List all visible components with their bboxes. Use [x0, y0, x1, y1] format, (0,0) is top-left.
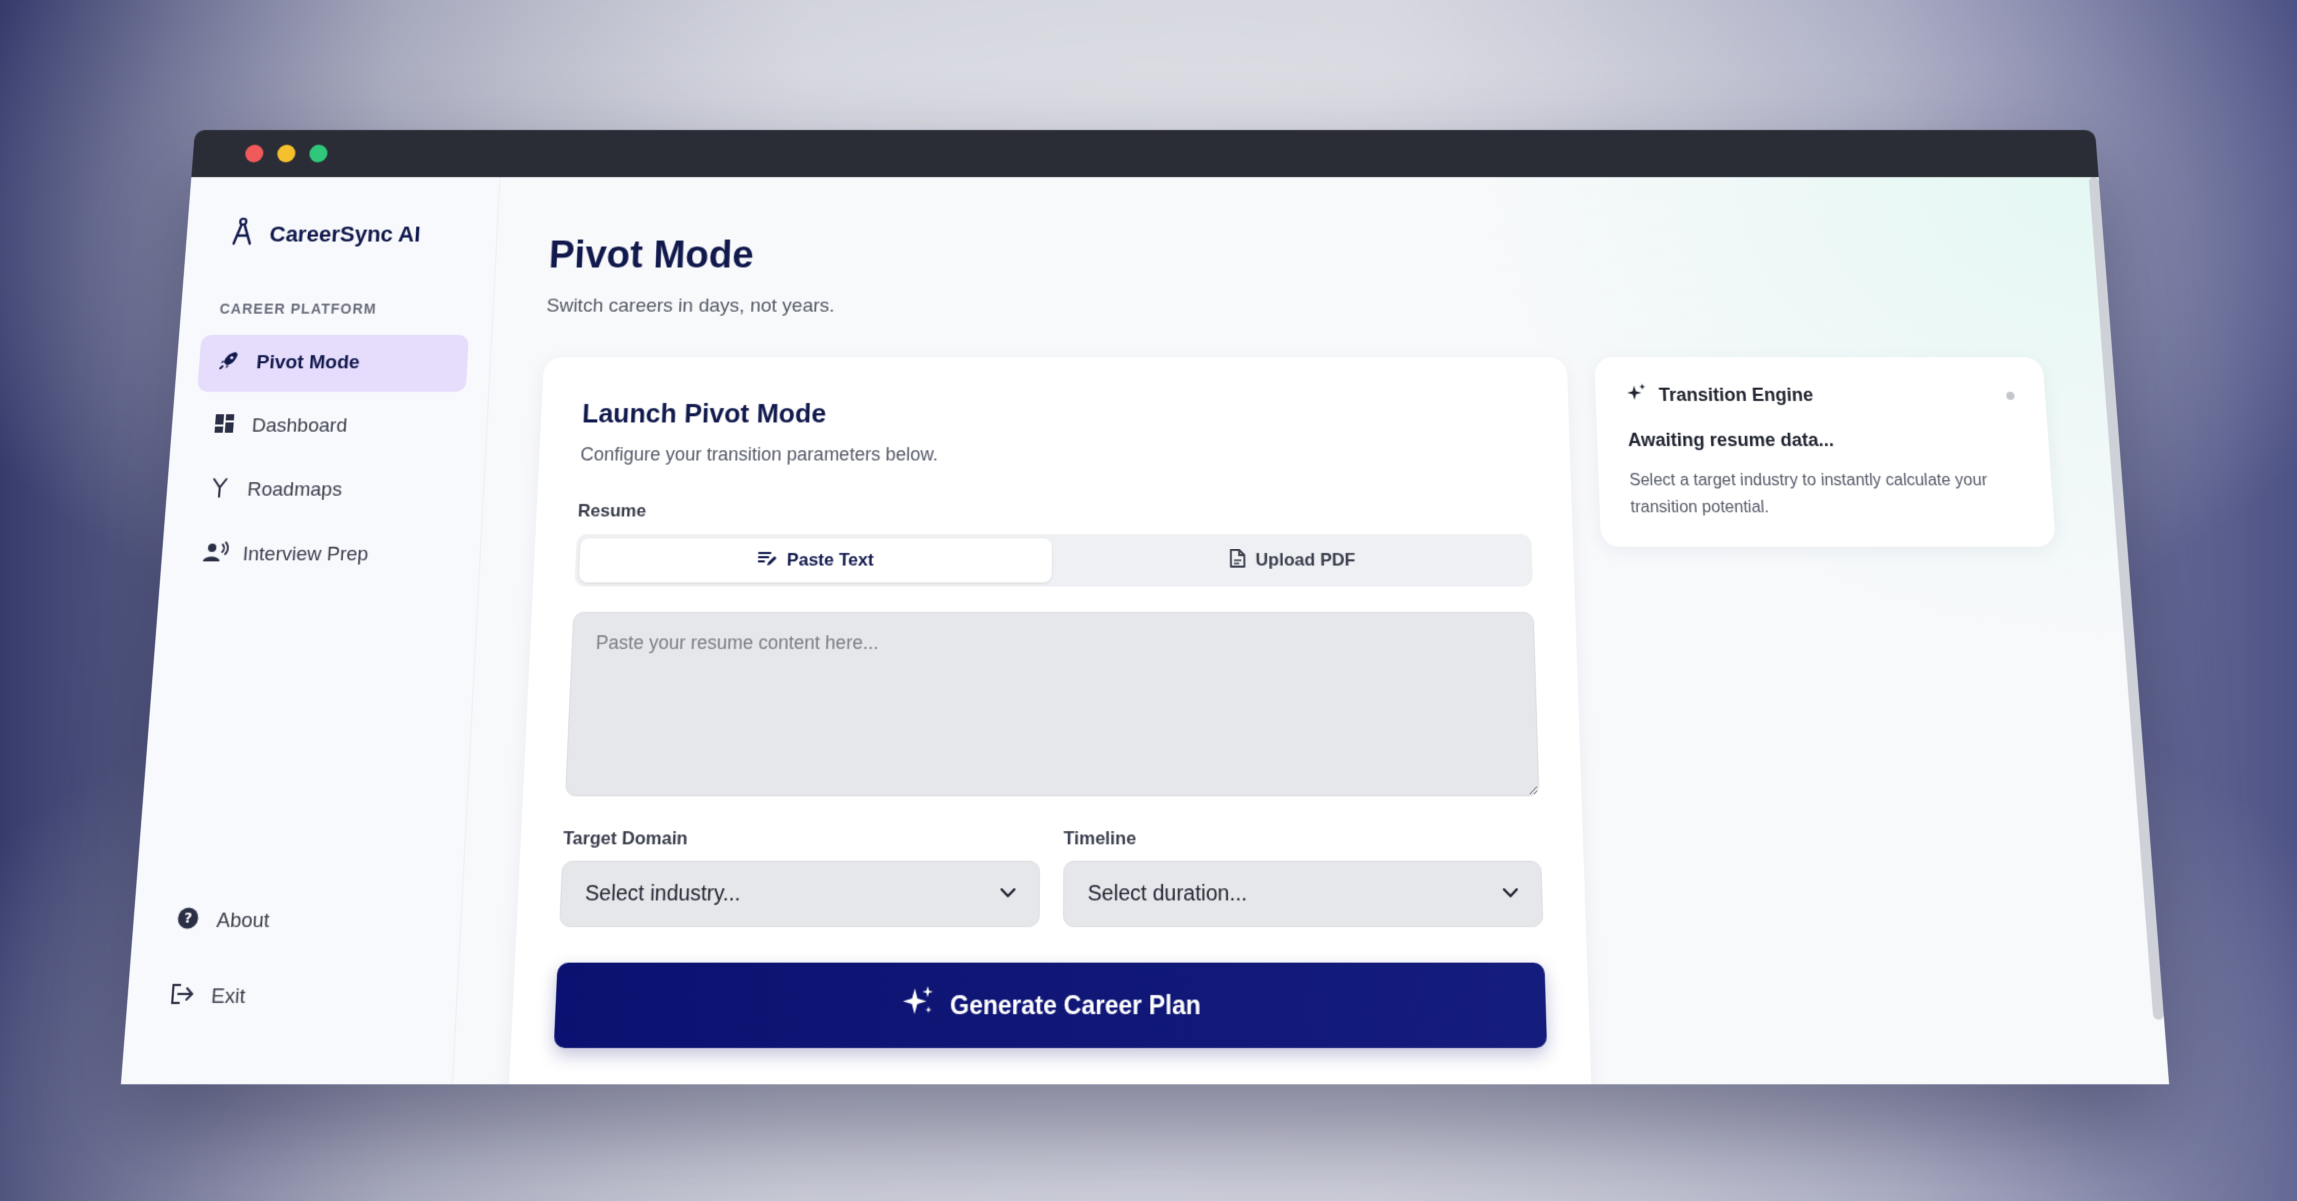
sidebar-item-label: About — [215, 909, 271, 933]
transition-engine-card: Transition Engine Awaiting resume data..… — [1594, 357, 2057, 547]
app-body: CareerSync AI CAREER PLATFORM Pivot Mode… — [120, 177, 2170, 1085]
sidebar-footer: ? About Exit — [149, 892, 439, 1028]
sidebar-item-label: Exit — [210, 985, 246, 1009]
sidebar-item-about[interactable]: ? About — [155, 892, 439, 952]
page-subtitle: Switch careers in days, not years. — [545, 295, 835, 317]
title-bar — [191, 130, 2099, 178]
engine-title: Transition Engine — [1658, 384, 1814, 406]
brand-name: CareerSync AI — [268, 221, 422, 247]
resume-input-tabs: Paste Text Upload PDF — [574, 534, 1533, 587]
chevron-down-icon — [1503, 884, 1518, 904]
compass-icon — [230, 217, 255, 253]
generate-career-plan-button[interactable]: Generate Career Plan — [553, 962, 1548, 1049]
sidebar-nav: Pivot Mode Dashboard Roadmaps Interview … — [183, 334, 469, 585]
page-title: Pivot Mode — [547, 234, 755, 277]
section-label: CAREER PLATFORM — [219, 300, 378, 317]
select-value: Select industry... — [584, 881, 741, 906]
sidebar-item-exit[interactable]: Exit — [149, 967, 435, 1028]
rocket-icon — [217, 350, 241, 376]
form-selects-row: Target Domain Select industry... Timelin… — [559, 827, 1544, 928]
target-domain-select[interactable]: Select industry... — [559, 860, 1041, 928]
help-circle-icon: ? — [175, 907, 201, 936]
sparkles-icon — [1626, 383, 1647, 407]
maximize-window-button[interactable] — [308, 144, 329, 163]
resume-textarea[interactable] — [565, 611, 1540, 797]
dashboard-icon — [212, 414, 236, 439]
target-domain-label: Target Domain — [562, 827, 689, 849]
launch-pivot-card: Launch Pivot Mode Configure your transit… — [507, 357, 1593, 1085]
sidebar-item-label: Dashboard — [251, 415, 348, 437]
select-value: Select duration... — [1087, 881, 1248, 906]
tab-label: Upload PDF — [1255, 549, 1356, 570]
brand[interactable]: CareerSync AI — [208, 177, 478, 252]
engine-description: Select a target industry to instantly ca… — [1629, 471, 1988, 517]
button-label: Generate Career Plan — [949, 990, 1201, 1020]
timeline-label: Timeline — [1063, 827, 1137, 849]
sidebar-item-interview-prep[interactable]: Interview Prep — [183, 526, 459, 585]
sidebar-item-label: Pivot Mode — [255, 352, 361, 374]
sidebar: CareerSync AI CAREER PLATFORM Pivot Mode… — [120, 177, 501, 1085]
card-subtitle: Configure your transition parameters bel… — [579, 444, 939, 465]
minimize-window-button[interactable] — [276, 144, 296, 163]
file-icon — [1229, 548, 1246, 572]
user-voice-icon — [202, 541, 227, 568]
fork-icon — [207, 477, 232, 504]
resume-label: Resume — [577, 500, 647, 521]
close-window-button[interactable] — [244, 144, 264, 163]
card-title: Launch Pivot Mode — [581, 397, 827, 429]
main-content: Pivot Mode Switch careers in days, not y… — [452, 177, 2170, 1085]
sidebar-item-dashboard[interactable]: Dashboard — [192, 398, 465, 455]
logout-icon — [169, 983, 195, 1012]
scrollbar[interactable] — [2088, 177, 2165, 1020]
engine-status: Awaiting resume data... — [1627, 429, 1835, 451]
sidebar-item-pivot-mode[interactable]: Pivot Mode — [197, 334, 469, 392]
text-lines-icon — [758, 549, 777, 571]
sidebar-item-roadmaps[interactable]: Roadmaps — [187, 462, 462, 520]
timeline-select[interactable]: Select duration... — [1062, 860, 1544, 928]
tab-upload-pdf[interactable]: Upload PDF — [1056, 538, 1529, 582]
tab-paste-text[interactable]: Paste Text — [578, 538, 1052, 583]
sidebar-item-label: Interview Prep — [241, 543, 370, 566]
chevron-down-icon — [1000, 884, 1015, 904]
svg-text:?: ? — [183, 911, 192, 928]
sparkles-icon — [900, 985, 935, 1025]
app-window: CareerSync AI CAREER PLATFORM Pivot Mode… — [120, 130, 2170, 1085]
status-indicator — [2006, 391, 2015, 400]
sidebar-item-label: Roadmaps — [246, 479, 343, 501]
tab-label: Paste Text — [786, 549, 874, 570]
